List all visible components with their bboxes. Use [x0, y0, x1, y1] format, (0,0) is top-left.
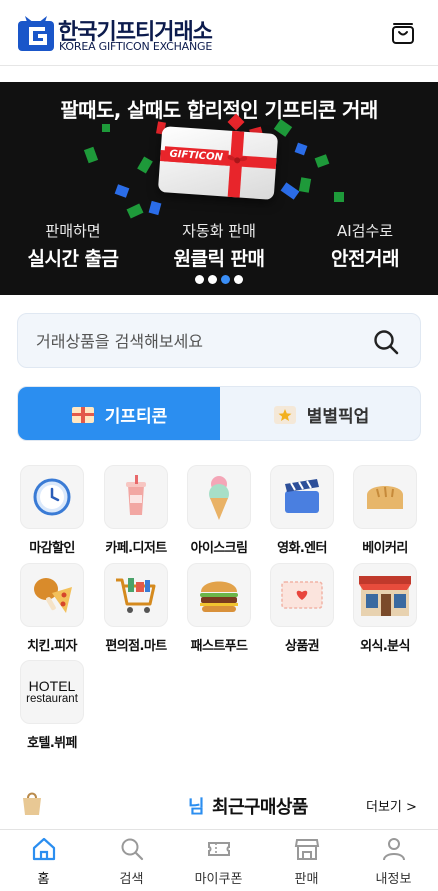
logo-icon[interactable] — [18, 13, 54, 51]
more-link[interactable]: 더보기 > — [366, 796, 417, 815]
category-label: 마감할인 — [29, 541, 75, 556]
ribbon-bow-icon — [227, 155, 248, 164]
category-label: 호텔.뷔페 — [27, 736, 77, 751]
carousel-dot[interactable] — [208, 275, 217, 284]
coffee-cup-icon — [126, 475, 146, 515]
burger-icon — [200, 581, 238, 612]
star-icon — [273, 405, 296, 424]
category-label: 편의점.마트 — [105, 639, 167, 654]
category-item[interactable]: 상품권 — [260, 563, 344, 654]
search-icon — [121, 838, 143, 861]
banner-feature-3: AI검수로 안전거래 — [292, 220, 438, 271]
user-icon — [382, 838, 405, 861]
nav-sell[interactable]: 판매 — [263, 836, 350, 887]
nav-search[interactable]: 검색 — [88, 836, 175, 887]
category-item[interactable]: 아이스크림 — [177, 465, 261, 556]
category-label: 카페.디저트 — [105, 541, 167, 556]
store-icon — [294, 839, 319, 860]
feature-main: 안전거래 — [331, 248, 399, 270]
category-label: 치킨.피자 — [27, 639, 77, 654]
nav-my-coupon[interactable]: 마이쿠폰 — [175, 836, 262, 887]
gifticon-card-image: GIFTICON — [157, 126, 279, 200]
category-item[interactable]: 마감할인 — [10, 465, 94, 556]
hotel-icon-text-2: restaurant — [26, 692, 78, 705]
home-icon — [32, 837, 55, 861]
search-icon[interactable] — [372, 328, 400, 356]
nav-label: 내정보 — [375, 872, 412, 887]
category-item[interactable]: 패스트푸드 — [177, 563, 261, 654]
recent-user-suffix: 님 — [188, 797, 205, 818]
category-item[interactable]: 편의점.마트 — [94, 563, 178, 654]
search-input[interactable] — [36, 329, 366, 353]
category-item[interactable]: 카페.디저트 — [94, 465, 178, 556]
shopping-bag-icon — [23, 792, 41, 815]
bottom-nav: 홈 검색 마이쿠폰 판매 내정보 — [0, 829, 438, 891]
nav-label: 검색 — [119, 872, 144, 887]
nav-my-info[interactable]: 내정보 — [350, 836, 437, 887]
ice-cream-icon — [209, 476, 229, 520]
category-item[interactable]: 치킨.피자 — [10, 563, 94, 654]
tab-label: 기프티콘 — [104, 407, 168, 427]
carousel-dot-active[interactable] — [221, 275, 230, 284]
category-tile[interactable] — [187, 563, 251, 627]
category-tile[interactable] — [20, 465, 84, 529]
ticket-icon — [207, 842, 230, 856]
category-tile[interactable] — [104, 563, 168, 627]
category-item[interactable]: 베이커리 — [343, 465, 427, 556]
carousel-dot[interactable] — [195, 275, 204, 284]
hotel-icon-text-1: HOTEL — [28, 677, 76, 694]
category-label: 아이스크림 — [190, 541, 248, 556]
category-tile[interactable] — [270, 465, 334, 529]
category-tile[interactable] — [187, 465, 251, 529]
category-label: 베이커리 — [362, 541, 408, 556]
gift-icon — [71, 406, 94, 423]
category-item[interactable]: HOTEL restaurant 호텔.뷔페 — [10, 660, 94, 751]
feature-sub: 판매하면 — [45, 222, 101, 240]
category-tile[interactable] — [353, 563, 417, 627]
logo-subtitle: KOREA GIFTICON EXCHANGE — [59, 40, 213, 53]
category-item[interactable]: 외식.분식 — [343, 563, 427, 654]
tab-gifticon[interactable]: 기프티콘 — [18, 387, 220, 440]
carousel-dot[interactable] — [234, 275, 243, 284]
promo-banner[interactable]: 팔때도, 살때도 합리적인 기프티콘 거래 GIFTICON 판매하면 실시간 … — [0, 82, 438, 295]
category-tabs: 기프티콘 별별픽업 — [17, 386, 421, 441]
nav-home[interactable]: 홈 — [0, 836, 87, 887]
category-label: 영화.엔터 — [277, 541, 327, 556]
restaurant-icon — [359, 576, 411, 616]
feature-main: 원클릭 판매 — [173, 248, 265, 270]
category-item[interactable]: 영화.엔터 — [260, 465, 344, 556]
shopping-cart-icon — [116, 578, 156, 613]
tab-pickup[interactable]: 별별픽업 — [220, 387, 420, 440]
carousel-dots — [0, 275, 438, 284]
feature-main: 실시간 출금 — [27, 248, 119, 270]
nav-label: 홈 — [37, 872, 50, 887]
category-tile[interactable]: HOTEL restaurant — [20, 660, 84, 724]
recent-section-title: 최근구매상품 — [212, 797, 308, 818]
nav-label: 마이쿠폰 — [194, 872, 243, 887]
category-tile[interactable] — [104, 465, 168, 529]
category-label: 상품권 — [284, 639, 320, 654]
banner-feature-2: 자동화 판매 원클릭 판매 — [146, 220, 292, 271]
feature-sub: 자동화 판매 — [182, 222, 256, 240]
cart-icon[interactable] — [390, 20, 416, 46]
feature-sub: AI검수로 — [336, 222, 394, 240]
category-tile[interactable] — [20, 563, 84, 627]
banner-feature-1: 판매하면 실시간 출금 — [0, 220, 146, 271]
voucher-icon — [281, 581, 323, 609]
category-label: 외식.분식 — [360, 639, 410, 654]
gifticon-card-label: GIFTICON — [163, 146, 229, 166]
app-header: 한국기프티거래소 KOREA GIFTICON EXCHANGE — [0, 0, 438, 66]
tab-label: 별별픽업 — [306, 407, 370, 427]
category-tile[interactable] — [353, 465, 417, 529]
search-bar[interactable] — [17, 313, 421, 368]
category-tile[interactable] — [270, 563, 334, 627]
bread-icon — [367, 486, 403, 509]
chicken-pizza-icon — [34, 578, 72, 613]
clapperboard-icon — [285, 479, 319, 513]
nav-label: 판매 — [294, 872, 319, 887]
category-label: 패스트푸드 — [190, 639, 248, 654]
clock-icon — [33, 478, 71, 516]
